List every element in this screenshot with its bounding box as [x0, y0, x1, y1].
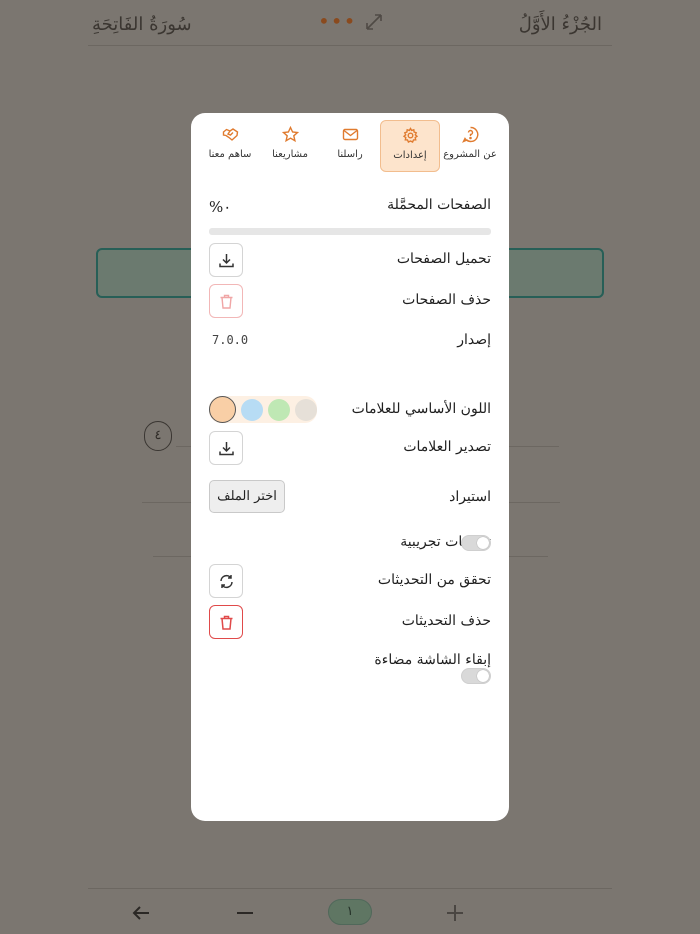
settings-list: الصفحات المحمَّلة ٠% تحميل الصفحات حذف ا…	[209, 113, 491, 684]
keep-screen-on-label: إبقاء الشاشة مضاءة	[374, 652, 491, 668]
export-markers-button[interactable]	[209, 431, 243, 465]
color-swatch-peach[interactable]	[209, 396, 236, 423]
expand-icon[interactable]	[364, 12, 384, 32]
bottom-bar: ١	[88, 888, 612, 934]
check-updates-label: تحقق من التحديثات	[377, 572, 491, 588]
refresh-icon	[219, 574, 233, 588]
marker-color-label: اللون الأساسي للعلامات	[351, 401, 491, 417]
settings-modal: عن المشروع إعدادات راسلنا مشاريعنا ساهم …	[191, 113, 509, 821]
tab-about-label: عن المشروع	[443, 149, 497, 160]
download-pages-label: تحميل الصفحات	[396, 251, 491, 267]
minus-icon[interactable]	[234, 902, 256, 924]
trash-icon	[220, 615, 232, 630]
downloaded-pages-label: الصفحات المحمَّلة	[387, 197, 491, 213]
download-pages-button[interactable]	[209, 243, 243, 277]
download-icon	[218, 441, 234, 455]
export-markers-label: تصدير العلامات	[403, 439, 491, 455]
choose-file-button[interactable]: اختر الملف	[209, 480, 285, 513]
toggle-knob	[477, 670, 489, 682]
arrow-left-icon[interactable]	[130, 902, 152, 924]
delete-pages-label: حذف الصفحات	[402, 292, 491, 308]
color-swatch-blue[interactable]	[241, 398, 263, 421]
download-progress-bar	[209, 228, 491, 235]
download-icon	[218, 253, 234, 267]
juz-title[interactable]: الجُزْءُ الأَوَّلُ	[519, 14, 602, 35]
version-label: إصدار	[457, 332, 491, 348]
color-swatch-beige[interactable]	[295, 398, 317, 421]
delete-updates-label: حذف التحديثات	[401, 613, 491, 629]
keep-screen-on-toggle[interactable]	[461, 668, 491, 684]
tab-projects-label: مشاريعنا	[272, 149, 308, 160]
marker-color-picker	[209, 396, 317, 423]
surah-title[interactable]: سُورَةُ الفَاتِحَةِ	[92, 14, 192, 35]
check-updates-button[interactable]	[209, 564, 243, 598]
downloaded-percent: ٠%	[209, 198, 232, 216]
top-bar: سُورَةُ الفَاتِحَةِ ••• الجُزْءُ الأَوَّ…	[88, 0, 612, 46]
tab-contact-label: راسلنا	[337, 149, 363, 160]
ayah-number-marker: ٤	[144, 421, 172, 451]
more-dots-icon[interactable]: •••	[318, 9, 356, 33]
beta-updates-toggle[interactable]	[461, 535, 491, 551]
plus-icon[interactable]	[444, 902, 466, 924]
delete-updates-button[interactable]	[209, 605, 243, 639]
trash-icon	[220, 294, 232, 309]
delete-pages-button[interactable]	[209, 284, 243, 318]
version-value: 7.0.0	[212, 333, 249, 347]
tab-contribute-label: ساهم معنا	[208, 149, 252, 160]
tab-settings-label: إعدادات	[393, 150, 427, 161]
color-swatch-green[interactable]	[268, 398, 290, 421]
toggle-knob	[477, 537, 489, 549]
import-label: استيراد	[449, 489, 491, 505]
page-number-pill[interactable]: ١	[328, 899, 372, 925]
